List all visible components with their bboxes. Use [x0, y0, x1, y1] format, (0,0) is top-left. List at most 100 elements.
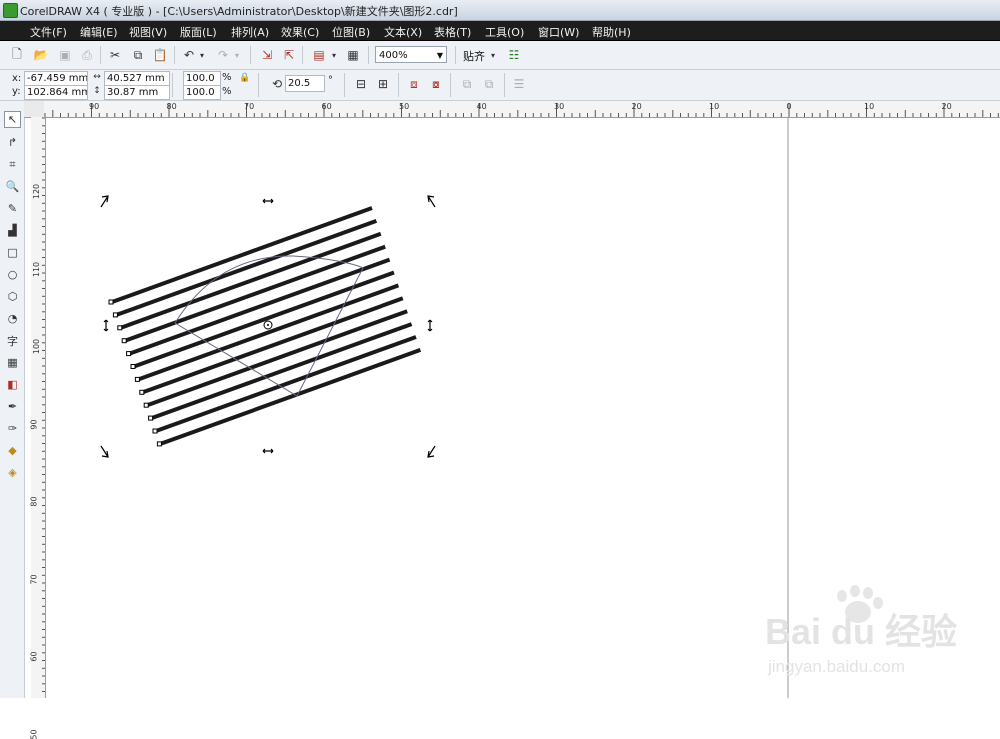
launcher-dropdown-icon[interactable]: ▾ — [329, 46, 339, 64]
rotation-angle-field[interactable]: 20.5 — [285, 75, 325, 92]
smart-fill-tool-icon[interactable]: ▟ — [4, 222, 21, 239]
scale-y-field[interactable]: 100.0 — [183, 85, 221, 100]
undo-dropdown-icon[interactable]: ▾ — [197, 46, 207, 64]
object-width-field[interactable]: 40.527 mm — [104, 71, 170, 86]
vertical-ruler[interactable] — [31, 117, 46, 698]
ruler-origin-corner[interactable] — [24, 101, 44, 117]
node-handle[interactable] — [134, 376, 140, 382]
skew-handle-icon[interactable] — [427, 319, 433, 332]
snap-to-button[interactable]: 贴齐 — [463, 48, 485, 64]
stripe-line[interactable] — [111, 206, 373, 304]
stripe-line[interactable] — [115, 219, 378, 317]
break-apart-icon[interactable]: ⧉ — [480, 75, 498, 93]
rotation-center-icon[interactable] — [263, 320, 273, 330]
redo-dropdown-icon[interactable]: ▾ — [232, 46, 242, 64]
menu-view[interactable]: 视图(V) — [129, 24, 167, 40]
lock-ratio-icon[interactable]: 🔒 — [238, 72, 252, 84]
crop-tool-icon[interactable]: ⌗ — [4, 156, 21, 173]
outline-shape[interactable] — [174, 255, 364, 397]
export-icon[interactable]: ⇱ — [280, 46, 298, 64]
node-handle[interactable] — [130, 364, 136, 369]
interactive-blend-tool-icon[interactable]: ◧ — [4, 376, 21, 393]
x-position-field[interactable]: -67.459 mm — [24, 71, 88, 86]
y-position-field[interactable]: 102.864 mm — [24, 85, 88, 100]
stripe-line[interactable] — [120, 231, 382, 330]
node-handle[interactable] — [139, 389, 145, 395]
stripe-line[interactable] — [137, 283, 400, 382]
menu-effects[interactable]: 效果(C) — [281, 24, 319, 40]
stripe-line[interactable] — [142, 296, 404, 395]
open-folder-icon[interactable]: 📂 — [32, 46, 50, 64]
node-handle[interactable] — [121, 338, 127, 344]
menu-window[interactable]: 窗口(W) — [538, 24, 579, 40]
import-icon[interactable]: ⇲ — [258, 46, 276, 64]
menu-layout[interactable]: 版面(L) — [180, 24, 217, 40]
menu-table[interactable]: 表格(T) — [434, 24, 471, 40]
shape-tool-icon[interactable]: ↱ — [4, 134, 21, 151]
options-icon[interactable]: ☷ — [505, 46, 523, 64]
ungroup-icon[interactable]: ⧇ — [427, 75, 445, 93]
node-handle[interactable] — [108, 299, 114, 305]
polygon-tool-icon[interactable]: ⬡ — [4, 288, 21, 305]
selection-handles[interactable] — [100, 195, 436, 458]
zoom-tool-icon[interactable]: 🔍 — [4, 178, 21, 195]
node-handle[interactable] — [156, 441, 162, 447]
new-document-icon[interactable]: 🗋 — [8, 46, 26, 64]
copy-icon[interactable]: ⧉ — [129, 46, 147, 64]
align-distribute-icon[interactable]: ☰ — [510, 75, 528, 93]
node-handle[interactable] — [112, 312, 118, 318]
freehand-tool-icon[interactable]: ✎ — [4, 200, 21, 217]
stripe-line[interactable] — [124, 244, 386, 343]
combine-icon[interactable]: ⧉ — [458, 75, 476, 93]
stripe-line[interactable] — [128, 257, 391, 356]
node-handle[interactable] — [126, 351, 132, 357]
outline-pen-tool-icon[interactable]: ✑ — [4, 420, 21, 437]
object-height-field[interactable]: 30.87 mm — [104, 85, 170, 100]
menu-text[interactable]: 文本(X) — [384, 24, 422, 40]
stripe-lines-group[interactable] — [108, 206, 422, 447]
mirror-horizontal-icon[interactable]: ⊟ — [352, 75, 370, 93]
print-icon[interactable]: ⎙ — [78, 46, 96, 64]
rotate-handle-icon[interactable] — [100, 445, 109, 458]
mirror-vertical-icon[interactable]: ⊞ — [374, 75, 392, 93]
pick-tool-icon[interactable]: ↖ — [4, 111, 21, 128]
interactive-fill-tool-icon[interactable]: ◈ — [4, 464, 21, 481]
stripe-line[interactable] — [155, 335, 417, 433]
stripe-line[interactable] — [133, 270, 395, 369]
menu-tools[interactable]: 工具(O) — [485, 24, 524, 40]
node-handle[interactable] — [148, 415, 154, 421]
application-launcher-icon[interactable]: ▤ — [310, 46, 328, 64]
paste-icon[interactable]: 📋 — [151, 46, 169, 64]
welcome-screen-icon[interactable]: ▦ — [344, 46, 362, 64]
rectangle-tool-icon[interactable]: □ — [4, 244, 21, 261]
rotate-handle-icon[interactable] — [427, 195, 436, 208]
menu-edit[interactable]: 编辑(E) — [80, 24, 118, 40]
skew-handle-icon[interactable] — [103, 319, 109, 332]
rotate-handle-icon[interactable] — [427, 445, 436, 458]
fill-tool-icon[interactable]: ◆ — [4, 442, 21, 459]
node-handle[interactable] — [143, 402, 149, 408]
stripe-line[interactable] — [150, 322, 413, 420]
eyedropper-tool-icon[interactable]: ✒ — [4, 398, 21, 415]
snap-dropdown-icon[interactable]: ▾ — [488, 46, 498, 64]
menu-arrange[interactable]: 排列(A) — [231, 24, 269, 40]
basic-shapes-tool-icon[interactable]: ◔ — [4, 310, 21, 327]
stripe-line[interactable] — [146, 309, 408, 408]
skew-handle-icon[interactable] — [262, 448, 274, 454]
group-icon[interactable]: ⧈ — [405, 75, 423, 93]
save-icon[interactable]: ▣ — [56, 46, 74, 64]
cut-icon[interactable]: ✂ — [106, 46, 124, 64]
ellipse-tool-icon[interactable]: ○ — [4, 266, 21, 283]
rotate-handle-icon[interactable] — [100, 195, 109, 208]
redo-icon[interactable]: ↷ — [214, 46, 232, 64]
stripe-line[interactable] — [159, 348, 422, 446]
table-tool-icon[interactable]: ▦ — [4, 354, 21, 371]
zoom-level-select[interactable]: 400% ▼ — [375, 46, 447, 63]
menu-help[interactable]: 帮助(H) — [592, 24, 631, 40]
text-tool-icon[interactable]: 字 — [4, 332, 21, 349]
menu-file[interactable]: 文件(F) — [30, 24, 67, 40]
node-handle[interactable] — [117, 325, 123, 331]
skew-handle-icon[interactable] — [262, 198, 274, 204]
scale-x-field[interactable]: 100.0 — [183, 71, 221, 86]
menu-bitmaps[interactable]: 位图(B) — [332, 24, 370, 40]
